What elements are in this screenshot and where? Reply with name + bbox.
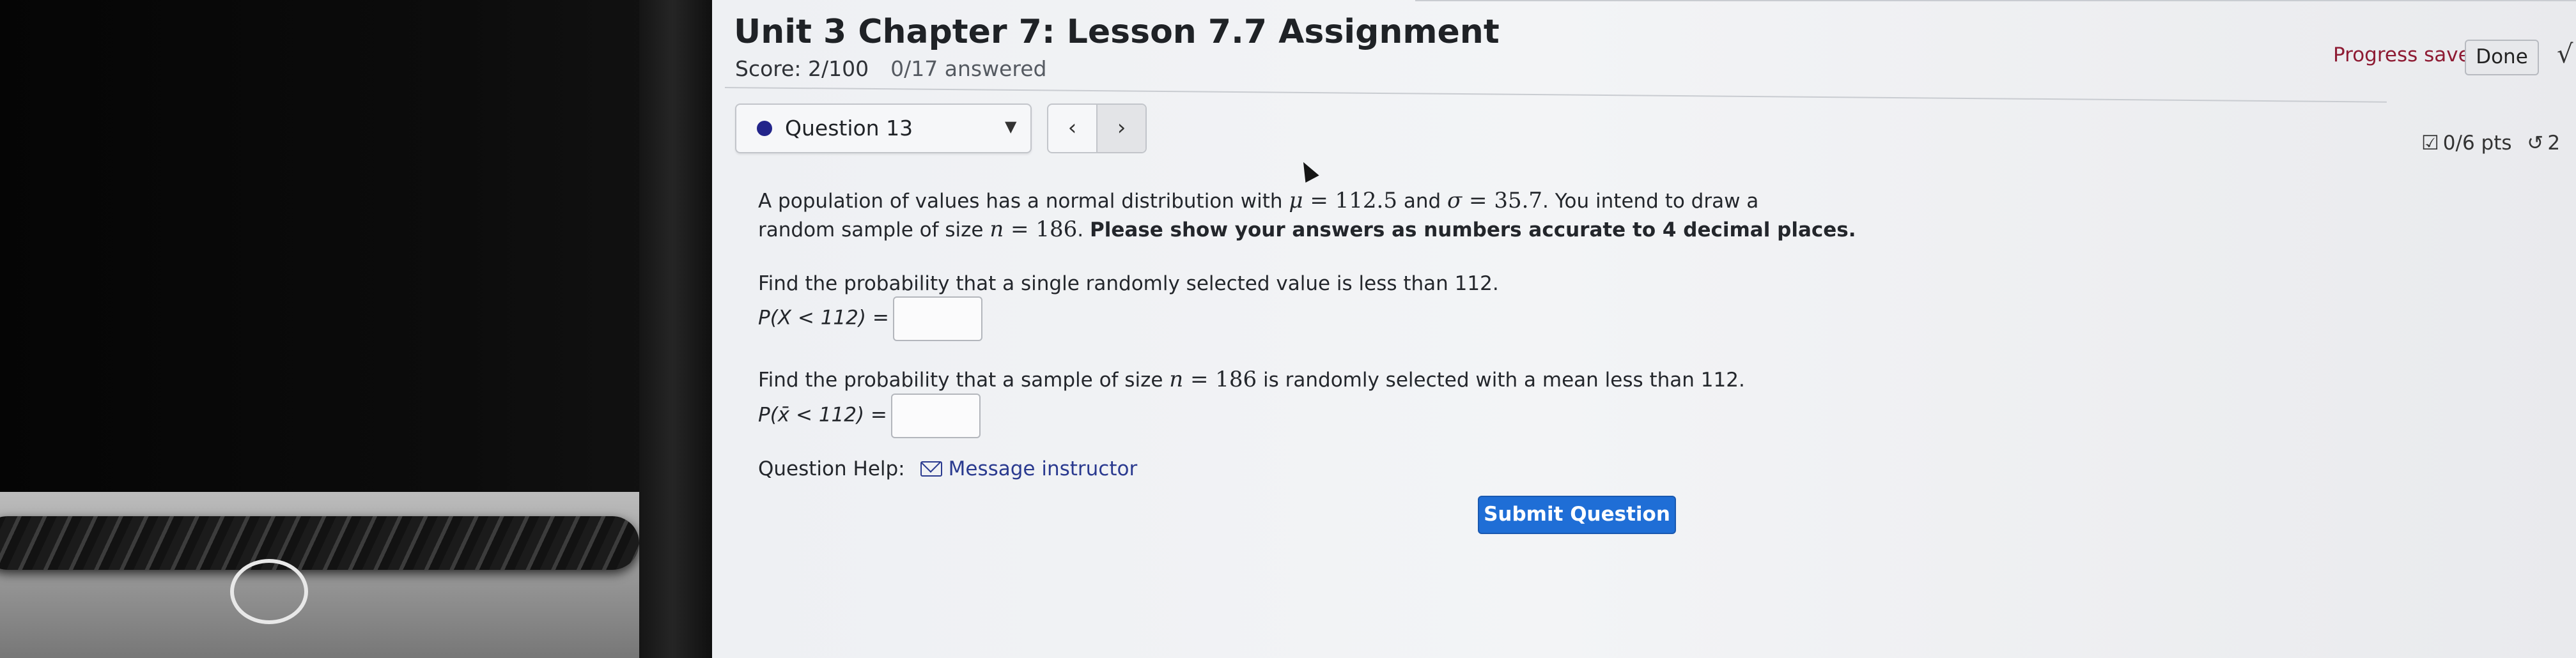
question-body: A population of values has a normal dist… (758, 187, 2100, 480)
chevron-left-icon: ‹ (1067, 115, 1077, 141)
braided-cable (0, 516, 639, 570)
answer-input-1[interactable] (892, 296, 982, 341)
question-select[interactable]: Question 13 ▼ (735, 103, 1032, 153)
message-instructor-label: Message instructor (948, 457, 1138, 480)
sigma-value: = 35.7 (1462, 188, 1543, 213)
status-dot-icon (757, 121, 772, 136)
n-symbol: n (989, 217, 1004, 242)
next-question-button[interactable]: › (1098, 105, 1145, 152)
question-help-label: Question Help: (758, 457, 905, 480)
n-math-2: n = 186 (1169, 367, 1257, 392)
score-line: Score: 2/100 0/17 answered (735, 56, 1046, 81)
cable-ring (230, 559, 308, 624)
n-symbol-2: n (1169, 367, 1184, 392)
previous-question-button[interactable]: ‹ (1048, 105, 1098, 152)
screen: Unit 3 Chapter 7: Lesson 7.7 Assignment … (712, 0, 2576, 658)
sigma-symbol: σ (1447, 188, 1463, 213)
and-text: and (1397, 190, 1447, 213)
part2-text-a: Find the probability that a sample of si… (758, 369, 1170, 392)
question-nav-group: ‹ › (1047, 103, 1147, 153)
n-value-2: = 186 (1183, 367, 1257, 392)
answer-input-2[interactable] (890, 394, 981, 438)
question-intro: A population of values has a normal dist… (758, 187, 2100, 244)
page-title: Unit 3 Chapter 7: Lesson 7.7 Assignment (734, 13, 1500, 51)
part1-row: P(X < 112) = (758, 296, 2100, 341)
retry-icon[interactable]: ↺ (2527, 132, 2543, 155)
monitor-bezel (639, 0, 713, 658)
caret-down-icon: ▼ (1005, 118, 1017, 135)
n-value: = 186 (1004, 217, 1078, 242)
sigma-math: σ = 35.7 (1447, 188, 1542, 213)
answered-count: 0/17 answered (890, 56, 1047, 81)
points-text: 0/6 pts (2442, 132, 2512, 155)
n-math: n = 186 (989, 217, 1077, 242)
part1-prompt: Find the probability that a single rando… (758, 272, 1499, 295)
points-indicator: ☑ 0/6 pts ↺ 2 (2421, 132, 2560, 155)
top-divider (1415, 0, 2576, 1)
message-instructor-link[interactable]: Message instructor (920, 457, 1138, 480)
envelope-icon (920, 461, 942, 477)
part2-text-b: is randomly selected with a mean less th… (1257, 369, 1745, 392)
score-text: Score: 2/100 (735, 56, 869, 81)
mouse-cursor-icon (1296, 158, 1319, 183)
decimal-instruction: Please show your answers as numbers accu… (1089, 218, 1856, 241)
progress-status: Progress saved (2333, 43, 2483, 66)
intro-text-d: . (1077, 218, 1090, 241)
header-divider (724, 87, 2387, 103)
intro-text-c: random sample of size (758, 218, 990, 241)
checkbox-icon: ☑ (2421, 132, 2439, 155)
mu-symbol: μ (1289, 188, 1303, 213)
question-help: Question Help: Message instructor (758, 457, 2100, 480)
mu-math: μ = 112.5 (1289, 188, 1397, 213)
part2-label: P(x̄ < 112) = (758, 403, 887, 427)
done-button[interactable]: Done (2465, 40, 2539, 75)
mu-value: = 112.5 (1303, 188, 1397, 213)
question-select-label: Question 13 (785, 116, 913, 141)
intro-text-b: . You intend to draw a (1542, 190, 1759, 213)
chevron-right-icon: › (1117, 115, 1126, 141)
part1-label: P(X < 112) = (758, 306, 889, 330)
part2-prompt: Find the probability that a sample of si… (758, 367, 2100, 392)
intro-text-a: A population of values has a normal dist… (758, 190, 1289, 213)
background-surroundings (0, 0, 652, 658)
retries-count: 2 (2547, 132, 2561, 155)
part2-row: P(x̄ < 112) = (758, 394, 2100, 438)
edge-glyph: √ (2557, 40, 2573, 69)
submit-question-button[interactable]: Submit Question (1478, 496, 1676, 534)
